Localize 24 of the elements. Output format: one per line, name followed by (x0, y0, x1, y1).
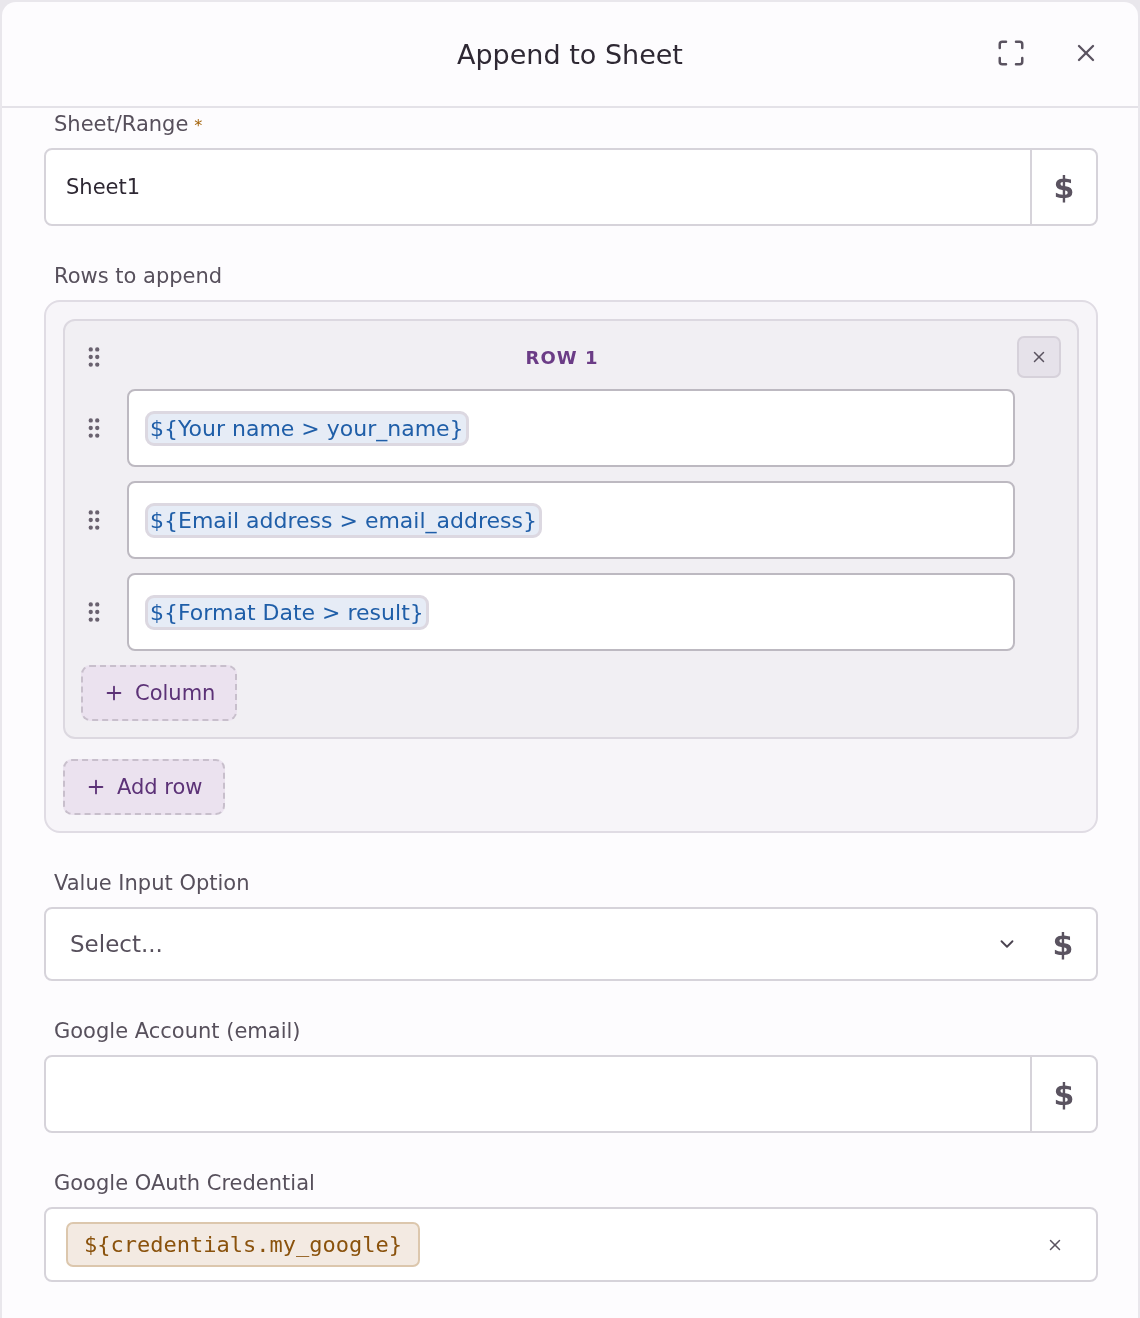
variable-button[interactable]: $ (1030, 909, 1096, 979)
column-field[interactable]: ${Email address > email_address} (127, 481, 1015, 559)
field-label: Rows to append (53, 264, 224, 288)
field-label: Google OAuth Credential (53, 1171, 316, 1195)
variable-button[interactable]: $ (1030, 1057, 1096, 1131)
credential-token: ${credentials.my_google} (66, 1222, 420, 1267)
text-field[interactable]: $ (44, 1055, 1098, 1133)
variable-token: ${Email address > email_address} (145, 502, 542, 538)
field-label: Sheet/Range * (53, 112, 204, 136)
row-title: ROW 1 (524, 346, 600, 368)
credential-field[interactable]: ${credentials.my_google} (44, 1207, 1098, 1282)
variable-token: ${Format Date > result} (145, 594, 429, 630)
add-column-button[interactable]: Column (81, 665, 238, 721)
variable-token: ${Your name > your_name} (145, 410, 469, 446)
text-field[interactable]: Sheet1 $ (44, 148, 1098, 226)
variable-button[interactable]: $ (1030, 150, 1096, 224)
add-row-button[interactable]: Add row (63, 759, 225, 815)
select-field[interactable]: Select... $ (44, 907, 1098, 981)
column-field[interactable]: ${Your name > your_name} (127, 389, 1015, 467)
field-label: Google Account (email) (53, 1019, 302, 1043)
column-field[interactable]: ${Format Date > result} (127, 573, 1015, 651)
field-label: Value Input Option (53, 871, 251, 895)
fullscreen-button[interactable] (996, 38, 1026, 68)
dialog-title: Append to Sheet (457, 38, 683, 70)
